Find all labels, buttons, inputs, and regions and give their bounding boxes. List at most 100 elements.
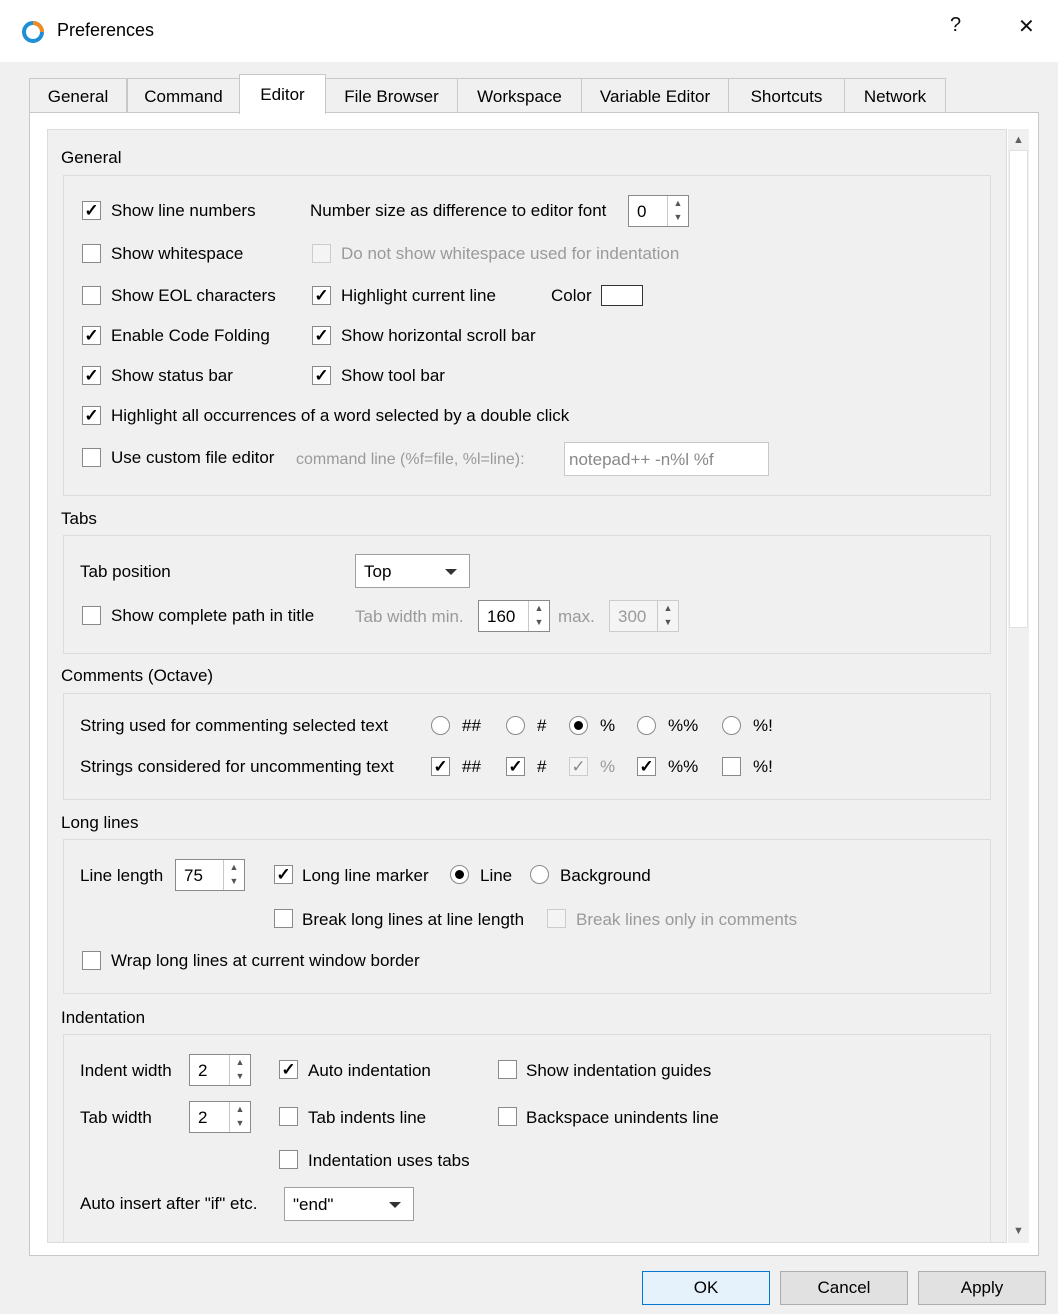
long-line-marker-checkbox[interactable]: ✓ <box>274 865 293 884</box>
number-size-spinbox[interactable]: 0 ▲ ▼ <box>628 195 689 227</box>
scrollbar-thumb[interactable] <box>1009 150 1028 628</box>
uses-tabs-checkbox[interactable] <box>279 1150 298 1169</box>
comment-radio-hashhash[interactable] <box>431 716 450 735</box>
uncomment-check-hashhash[interactable]: ✓ <box>431 757 450 776</box>
indent-width-value: 2 <box>198 1061 208 1080</box>
apply-button[interactable]: Apply <box>918 1271 1046 1305</box>
number-size-value: 0 <box>637 202 647 221</box>
tab-command[interactable]: Command <box>127 78 240 112</box>
tab-width-min-value: 160 <box>487 607 516 626</box>
comment-radio-percentbang[interactable] <box>722 716 741 735</box>
tab-shortcuts[interactable]: Shortcuts <box>728 78 845 112</box>
show-eol-checkbox[interactable] <box>82 286 101 305</box>
octave-logo-icon <box>22 21 44 43</box>
title-bar: Preferences ? ✕ <box>0 0 1058 62</box>
uncomment-check-label: %! <box>753 757 773 776</box>
tool-bar-label: Show tool bar <box>341 366 445 385</box>
tab-network[interactable]: Network <box>844 78 946 112</box>
spinner-arrows-icon[interactable]: ▲ ▼ <box>657 601 678 631</box>
number-size-label: Number size as difference to editor font <box>310 201 607 220</box>
complete-path-checkbox[interactable] <box>82 606 101 625</box>
uncomment-check-hash[interactable]: ✓ <box>506 757 525 776</box>
uncommenting-label: Strings considered for uncommenting text <box>80 757 394 776</box>
uncomment-check-percent[interactable]: ✓ <box>569 757 588 776</box>
marker-line-radio[interactable] <box>450 865 469 884</box>
break-comments-checkbox[interactable] <box>547 909 566 928</box>
indent-width-spinbox[interactable]: 2 ▲ ▼ <box>189 1054 251 1086</box>
uncomment-check-label: # <box>537 757 547 776</box>
marker-background-radio[interactable] <box>530 865 549 884</box>
color-label: Color <box>551 286 592 305</box>
status-bar-label: Show status bar <box>111 366 233 385</box>
tab-editor[interactable]: Editor <box>239 74 326 114</box>
spinner-arrows-icon[interactable]: ▲ ▼ <box>667 196 688 226</box>
command-line-label: command line (%f=file, %l=line): <box>296 451 525 468</box>
tab-width-min-spinbox[interactable]: 160 ▲ ▼ <box>478 600 550 632</box>
comment-radio-label: # <box>537 716 547 735</box>
code-folding-checkbox[interactable]: ✓ <box>82 326 101 345</box>
line-length-spinbox[interactable]: 75 ▲ ▼ <box>175 859 245 891</box>
tool-bar-checkbox[interactable]: ✓ <box>312 366 331 385</box>
auto-insert-value: "end" <box>293 1195 334 1214</box>
tab-workspace[interactable]: Workspace <box>457 78 582 112</box>
section-general-heading: General <box>61 148 122 167</box>
tab-variable-editor[interactable]: Variable Editor <box>581 78 729 112</box>
auto-insert-dropdown[interactable]: "end" <box>284 1187 414 1221</box>
backspace-unindents-checkbox[interactable] <box>498 1107 517 1126</box>
spinner-arrows-icon[interactable]: ▲ ▼ <box>528 601 549 631</box>
auto-insert-label: Auto insert after "if" etc. <box>80 1194 258 1213</box>
scroll-down-icon[interactable]: ▼ <box>1009 1221 1028 1241</box>
tab-file-browser[interactable]: File Browser <box>325 78 458 112</box>
commenting-label: String used for commenting selected text <box>80 716 389 735</box>
highlight-occurrences-checkbox[interactable]: ✓ <box>82 406 101 425</box>
show-guides-label: Show indentation guides <box>526 1061 712 1080</box>
marker-background-label: Background <box>560 866 651 885</box>
uncomment-check-percentbang[interactable] <box>722 757 741 776</box>
help-icon[interactable]: ? <box>950 14 961 37</box>
tab-position-label: Tab position <box>80 562 171 581</box>
break-comments-label: Break lines only in comments <box>576 910 798 929</box>
spinner-arrows-icon[interactable]: ▲ ▼ <box>223 860 244 890</box>
auto-indent-checkbox[interactable]: ✓ <box>279 1060 298 1079</box>
status-bar-checkbox[interactable]: ✓ <box>82 366 101 385</box>
tab-width-spinbox[interactable]: 2 ▲ ▼ <box>189 1101 251 1133</box>
section-indentation-heading: Indentation <box>61 1008 146 1027</box>
highlight-line-checkbox[interactable]: ✓ <box>312 286 331 305</box>
spinner-arrows-icon[interactable]: ▲ ▼ <box>229 1055 250 1085</box>
dropdown-arrow-icon <box>445 569 457 575</box>
scroll-up-icon[interactable]: ▲ <box>1009 130 1028 150</box>
show-line-numbers-checkbox[interactable]: ✓ <box>82 201 101 220</box>
comment-radio-label: ## <box>462 716 481 735</box>
highlight-occurrences-label: Highlight all occurrences of a word sele… <box>111 406 570 425</box>
show-eol-label: Show EOL characters <box>111 286 276 305</box>
close-icon[interactable]: ✕ <box>1018 14 1035 39</box>
hscroll-checkbox[interactable]: ✓ <box>312 326 331 345</box>
marker-line-label: Line <box>480 866 513 885</box>
comment-radio-percent[interactable] <box>569 716 588 735</box>
uses-tabs-label: Indentation uses tabs <box>308 1151 470 1170</box>
command-line-value: notepad++ -n%l %f <box>569 450 714 469</box>
preferences-window: Preferences ? ✕ General Command Editor F… <box>0 0 1058 1314</box>
uncomment-check-percentpercent[interactable]: ✓ <box>637 757 656 776</box>
comment-radio-percentpercent[interactable] <box>637 716 656 735</box>
tab-indents-checkbox[interactable] <box>279 1107 298 1126</box>
spinner-arrows-icon[interactable]: ▲ ▼ <box>229 1102 250 1132</box>
no-ws-indent-checkbox[interactable] <box>312 244 331 263</box>
tab-width-max-spinbox[interactable]: 300 ▲ ▼ <box>609 600 679 632</box>
break-long-lines-checkbox[interactable] <box>274 909 293 928</box>
tab-position-dropdown[interactable]: Top <box>355 554 470 588</box>
wrap-lines-checkbox[interactable] <box>82 951 101 970</box>
tab-general[interactable]: General <box>29 78 127 112</box>
show-guides-checkbox[interactable] <box>498 1060 517 1079</box>
break-long-lines-label: Break long lines at line length <box>302 910 525 929</box>
tab-position-value: Top <box>364 562 392 581</box>
color-swatch-button[interactable] <box>601 285 643 306</box>
complete-path-label: Show complete path in title <box>111 606 315 625</box>
comment-radio-hash[interactable] <box>506 716 525 735</box>
command-line-input[interactable]: notepad++ -n%l %f <box>564 442 769 476</box>
show-whitespace-checkbox[interactable] <box>82 244 101 263</box>
code-folding-label: Enable Code Folding <box>111 326 270 345</box>
ok-button[interactable]: OK <box>642 1271 770 1305</box>
cancel-button[interactable]: Cancel <box>780 1271 908 1305</box>
custom-editor-checkbox[interactable] <box>82 448 101 467</box>
